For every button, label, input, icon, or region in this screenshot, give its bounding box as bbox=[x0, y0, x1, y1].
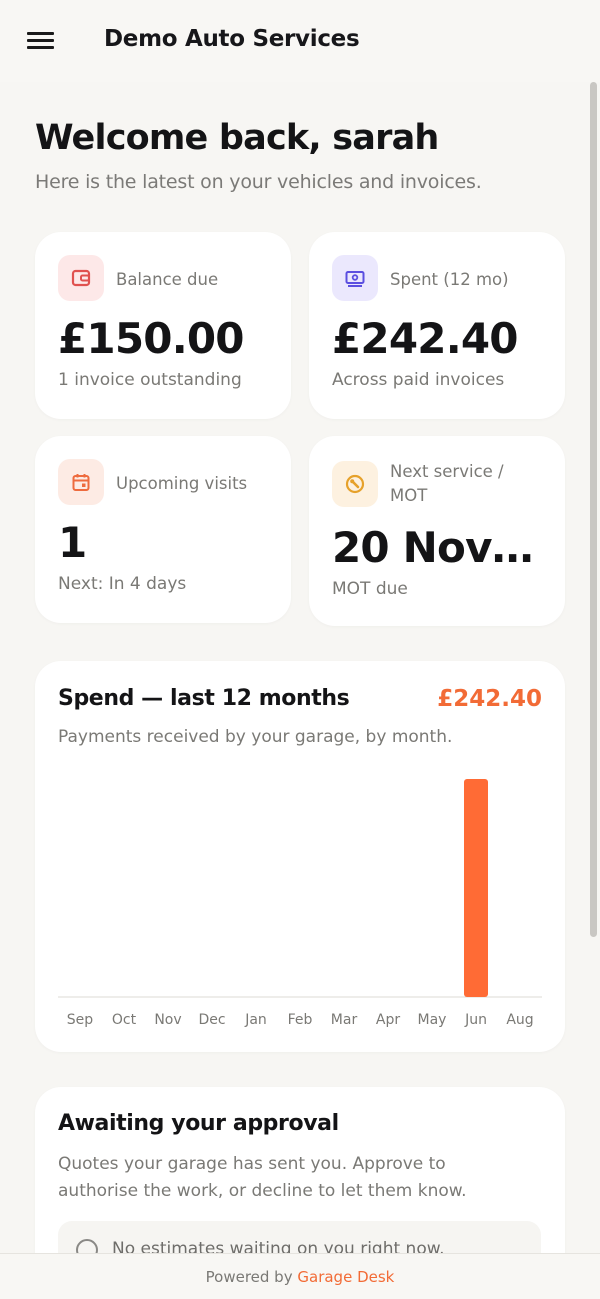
page-subtitle: Here is the latest on your vehicles and … bbox=[35, 171, 482, 193]
stat-subtext: MOT due bbox=[332, 579, 408, 599]
section-subtitle: Quotes your garage has sent you. Approve… bbox=[58, 1154, 467, 1201]
stat-label: Upcoming visits bbox=[116, 474, 248, 493]
chart-tick-label: Jun bbox=[464, 1012, 487, 1028]
wrench-icon bbox=[332, 461, 378, 507]
footer-link[interactable]: Garage Desk bbox=[297, 1268, 394, 1286]
section-title: Awaiting your approval bbox=[58, 1111, 339, 1136]
page-title: Welcome back, sarah bbox=[35, 118, 439, 158]
stat-value: 20 Nov 2... bbox=[332, 523, 547, 572]
stat-value: £242.40 bbox=[332, 314, 519, 363]
spend-chart-card: Spend — last 12 months £242.40 Payments … bbox=[35, 661, 565, 1052]
stat-card-spent[interactable]: Spent (12 mo) £242.40 Across paid invoic… bbox=[309, 232, 565, 419]
stat-card-balance-due[interactable]: Balance due £150.00 1 invoice outstandin… bbox=[35, 232, 291, 419]
stat-label-line: Next service / bbox=[390, 462, 504, 481]
chart-tick-label: Feb bbox=[288, 1012, 313, 1028]
chart-bar-jun[interactable] bbox=[464, 779, 488, 997]
stat-label: Balance due bbox=[116, 270, 219, 289]
chart-tick-label: Mar bbox=[331, 1012, 358, 1028]
stat-card-upcoming-visits[interactable]: Upcoming visits 1 Next: In 4 days bbox=[35, 436, 291, 623]
chart-tick-label: Dec bbox=[198, 1012, 225, 1028]
stat-subtext: 1 invoice outstanding bbox=[58, 370, 242, 390]
spend-bar-chart: Sep Oct Nov Dec Jan Feb Mar Apr May Jun Aug bbox=[58, 779, 542, 1028]
top-bar: Demo Auto Services bbox=[0, 0, 600, 82]
stat-value: 1 bbox=[58, 518, 87, 567]
scrollbar[interactable] bbox=[590, 82, 597, 937]
stat-value: £150.00 bbox=[58, 314, 245, 363]
stat-subtext: Across paid invoices bbox=[332, 370, 505, 390]
stat-card-next-service[interactable]: Next service / MOT 20 Nov 2... MOT due bbox=[309, 436, 565, 626]
chart-tick-label: Oct bbox=[112, 1012, 137, 1028]
chart-tick-label: Sep bbox=[67, 1012, 94, 1028]
chart-tick-label: Jan bbox=[244, 1012, 267, 1028]
footer-prefix: Powered by bbox=[205, 1268, 293, 1286]
footer: Powered by Garage Desk bbox=[0, 1253, 600, 1299]
stat-label: Spent (12 mo) bbox=[390, 270, 509, 289]
stat-label-line: MOT bbox=[390, 486, 428, 505]
hamburger-menu-icon[interactable] bbox=[27, 30, 54, 52]
calendar-icon bbox=[58, 459, 104, 505]
cash-icon bbox=[332, 255, 378, 301]
brand-name[interactable]: Demo Auto Services bbox=[104, 26, 360, 52]
chart-tick-label: Apr bbox=[376, 1012, 400, 1028]
stat-label: Next service / MOT bbox=[390, 460, 504, 508]
wallet-icon bbox=[58, 255, 104, 301]
chart-tick-label: Aug bbox=[506, 1012, 533, 1028]
chart-tick-label: Nov bbox=[154, 1012, 181, 1028]
chart-tick-label: May bbox=[418, 1012, 447, 1028]
stat-subtext: Next: In 4 days bbox=[58, 574, 187, 594]
